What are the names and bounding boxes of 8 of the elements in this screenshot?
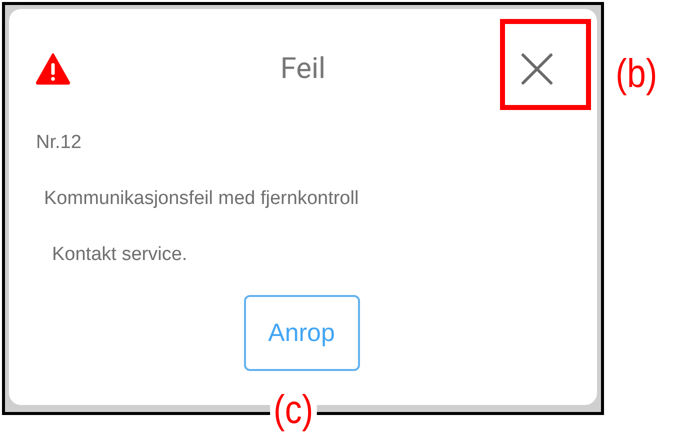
message-text: Kommunikasjonsfeil med fjernkontroll <box>44 187 360 211</box>
annotation-label: (b) <box>614 51 658 98</box>
call-button[interactable]: Anrop <box>244 295 360 371</box>
warning-icon <box>35 53 71 85</box>
dialog-title: Feil <box>279 52 327 86</box>
message-text: Nr.12 <box>36 131 82 155</box>
message-text: Kontakt service. <box>52 243 188 267</box>
close-icon <box>521 53 553 85</box>
